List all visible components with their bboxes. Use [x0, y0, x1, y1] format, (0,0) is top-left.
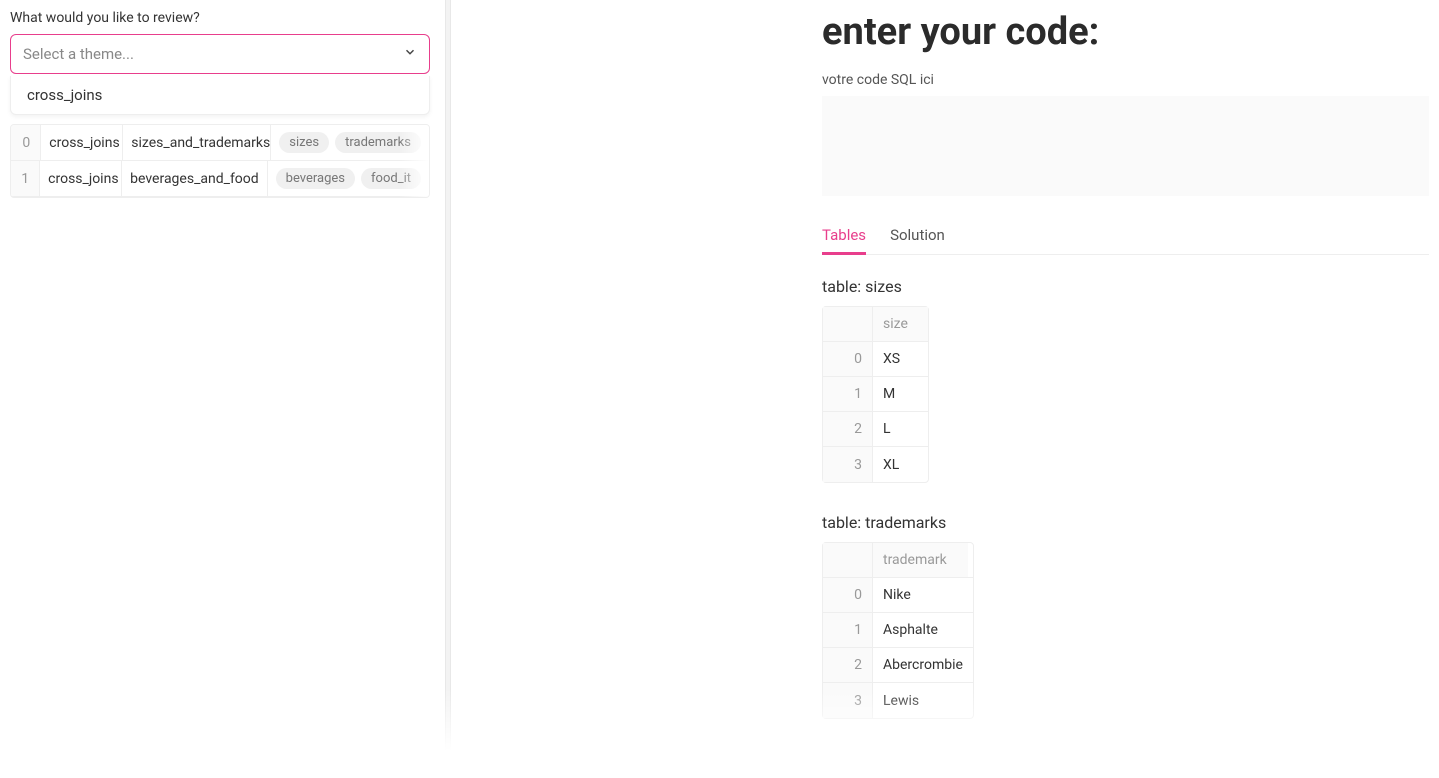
tab-solution[interactable]: Solution: [890, 226, 945, 254]
table-row: 0 XS: [823, 342, 928, 377]
row-index: 3: [823, 683, 873, 718]
table-row: 2 Abercrombie: [823, 648, 973, 683]
left-panel: What would you like to review? Select a …: [0, 0, 445, 778]
header-index: [823, 307, 873, 341]
header-trademark: trademark: [873, 543, 968, 577]
result-tabs: Tables Solution: [822, 226, 1429, 255]
row-index: 2: [823, 648, 873, 682]
right-panel: enter your code: votre code SQL ici Tabl…: [822, 10, 1439, 749]
panel-divider[interactable]: [445, 0, 451, 778]
cell-trademark: Lewis: [873, 683, 968, 718]
table-header-row: trademark: [823, 543, 973, 578]
code-subtitle: votre code SQL ici: [822, 72, 1429, 88]
trademarks-table-label: table: trademarks: [822, 513, 1429, 532]
trademarks-table: trademark 0 Nike 1 Asphalte 2 Abercrombi…: [822, 542, 974, 719]
row-index: 2: [823, 412, 873, 446]
table-header-row: size: [823, 307, 928, 342]
chevron-down-icon: [403, 45, 417, 63]
row-index: 0: [11, 125, 41, 160]
row-index: 1: [823, 613, 873, 647]
header-index: [823, 543, 873, 577]
select-placeholder: Select a theme...: [23, 45, 134, 63]
table-row: 3 Lewis: [823, 683, 973, 718]
tag-pill: food_it: [361, 168, 421, 189]
dropdown-option-cross-joins[interactable]: cross_joins: [11, 76, 429, 114]
row-tags: sizes trademarks: [271, 125, 429, 160]
cell-trademark: Nike: [873, 578, 968, 612]
sizes-table-label: table: sizes: [822, 277, 1429, 296]
cell-trademark: Asphalte: [873, 613, 968, 647]
cell-size: M: [873, 377, 928, 411]
row-theme: cross_joins: [40, 161, 122, 196]
sql-code-input[interactable]: [822, 96, 1429, 196]
theme-dropdown: cross_joins: [10, 76, 430, 115]
tab-tables[interactable]: Tables: [822, 226, 866, 254]
exercises-table: 0 cross_joins sizes_and_trademarks sizes…: [10, 124, 430, 198]
cell-size: XL: [873, 447, 928, 482]
row-index: 1: [823, 377, 873, 411]
row-name: beverages_and_food: [122, 161, 268, 196]
cell-size: L: [873, 412, 928, 446]
table-row: 3 XL: [823, 447, 928, 482]
theme-select[interactable]: Select a theme...: [10, 34, 430, 74]
row-index: 0: [823, 578, 873, 612]
sizes-table: size 0 XS 1 M 2 L 3 XL: [822, 306, 929, 483]
select-label: What would you like to review?: [10, 10, 435, 26]
table-row: 1 M: [823, 377, 928, 412]
row-theme: cross_joins: [41, 125, 123, 160]
header-size: size: [873, 307, 928, 341]
cell-trademark: Abercrombie: [873, 648, 973, 682]
table-row: 1 Asphalte: [823, 613, 973, 648]
row-name: sizes_and_trademarks: [123, 125, 271, 160]
table-row: 0 Nike: [823, 578, 973, 613]
row-index: 1: [11, 161, 40, 196]
row-index: 0: [823, 342, 873, 376]
tag-pill: beverages: [276, 168, 355, 189]
row-tags: beverages food_it: [268, 161, 429, 196]
theme-select-wrap: Select a theme... cross_joins: [10, 34, 430, 74]
row-index: 3: [823, 447, 873, 482]
tag-pill: trademarks: [335, 132, 421, 153]
page-title: enter your code:: [822, 10, 1429, 54]
cell-size: XS: [873, 342, 928, 376]
table-row: 2 L: [823, 412, 928, 447]
tag-pill: sizes: [279, 132, 329, 153]
table-row: 1 cross_joins beverages_and_food beverag…: [11, 161, 429, 197]
table-row: 0 cross_joins sizes_and_trademarks sizes…: [11, 125, 429, 161]
